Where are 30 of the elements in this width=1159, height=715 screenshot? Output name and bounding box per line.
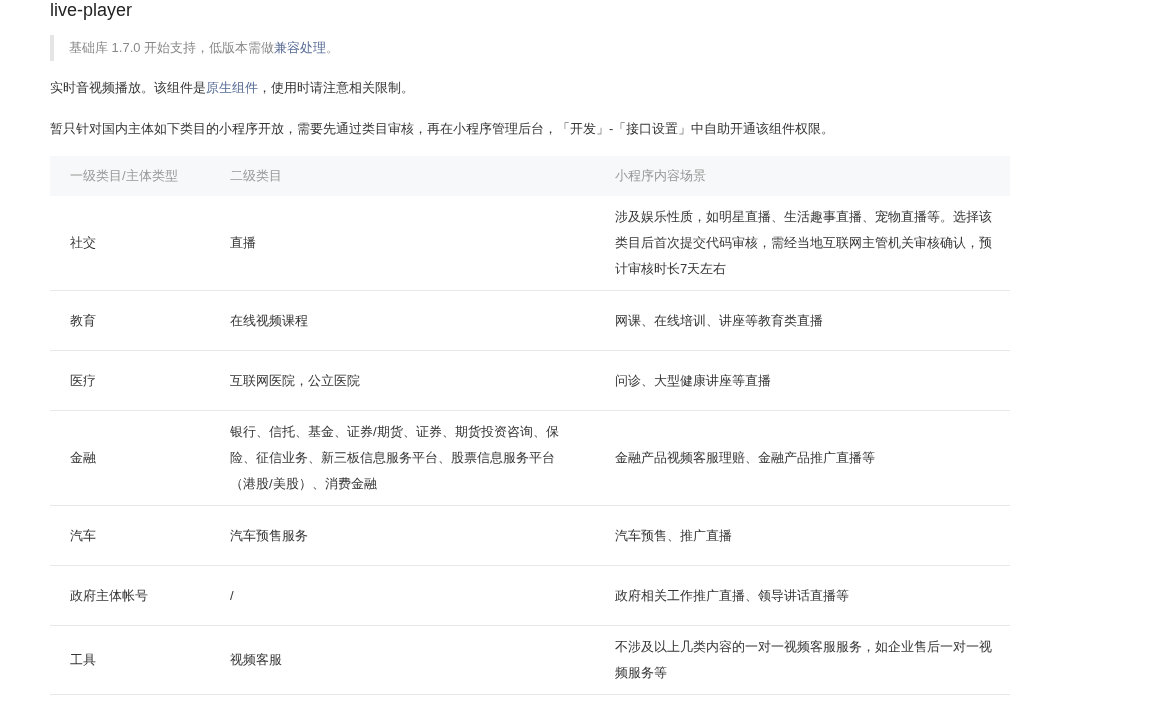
table-cell-text: 医疗 xyxy=(70,371,97,390)
table-cell-text: 不涉及以上几类内容的一对一视频客服服务，如企业售后一对一视频服务等 xyxy=(615,638,993,682)
table-cell-text: 互联网医院，公立医院 xyxy=(230,371,361,390)
table-cell-text: 政府主体帐号 xyxy=(70,586,149,605)
version-note: 基础库 1.7.0 开始支持，低版本需做兼容处理。 xyxy=(50,35,348,61)
table-cell-text: 汽车预售、推广直播 xyxy=(615,526,733,545)
table-cell-text: 视频客服 xyxy=(230,651,283,669)
native-component-link[interactable]: 原生组件 xyxy=(206,80,258,95)
table-cell-text: 直播 xyxy=(230,234,257,252)
column-header: 小程序内容场景 xyxy=(615,168,706,184)
table-cell-text: 金融 xyxy=(70,449,97,467)
table-cell-text: 社交 xyxy=(70,234,97,252)
table-cell-text: 政府相关工作推广直播、领导讲话直播等 xyxy=(615,586,850,605)
table-cell-text: 问诊、大型健康讲座等直播 xyxy=(615,371,772,390)
table-cell-text: 金融产品视频客服理赔、金融产品推广直播等 xyxy=(615,449,876,467)
compat-link[interactable]: 兼容处理 xyxy=(274,40,327,55)
table-cell-text: 涉及娱乐性质，如明星直播、生活趣事直播、宠物直播等。选择该类目后首次提交代码审核，需经当地互联网主管机关审核确认，预计审核时长7天左右 xyxy=(615,208,993,278)
table-cell-text: / xyxy=(230,586,235,605)
notice-text: 暂只针对国内主体如下类目的小程序开放，需要先通过类目审核，再在小程序管理后台，「开发」-「接口设置」中自助开通该组件权限。 xyxy=(50,120,836,138)
column-header: 二级类目 xyxy=(230,168,282,184)
column-header: 一级类目/主体类型 xyxy=(70,168,178,184)
table-cell-text: 汽车 xyxy=(70,526,97,545)
page-title: live-player xyxy=(50,0,134,20)
table-cell-text: 银行、信托、基金、证券/期货、证券、期货投资咨询、保险、征信业务、新三板信息服务平台、股票信息服务平台（港股/美股）、消费金融 xyxy=(230,423,560,493)
table-cell-text: 网课、在线培训、讲座等教育类直播 xyxy=(615,311,824,330)
table-cell-text: 教育 xyxy=(70,311,97,330)
intro-text: 实时音视频播放。该组件是原生组件，使用时请注意相关限制。 xyxy=(50,79,415,97)
table-cell-text: 工具 xyxy=(70,651,97,669)
table-cell-text: 汽车预售服务 xyxy=(230,526,309,545)
table-cell-text: 在线视频课程 xyxy=(230,311,309,330)
